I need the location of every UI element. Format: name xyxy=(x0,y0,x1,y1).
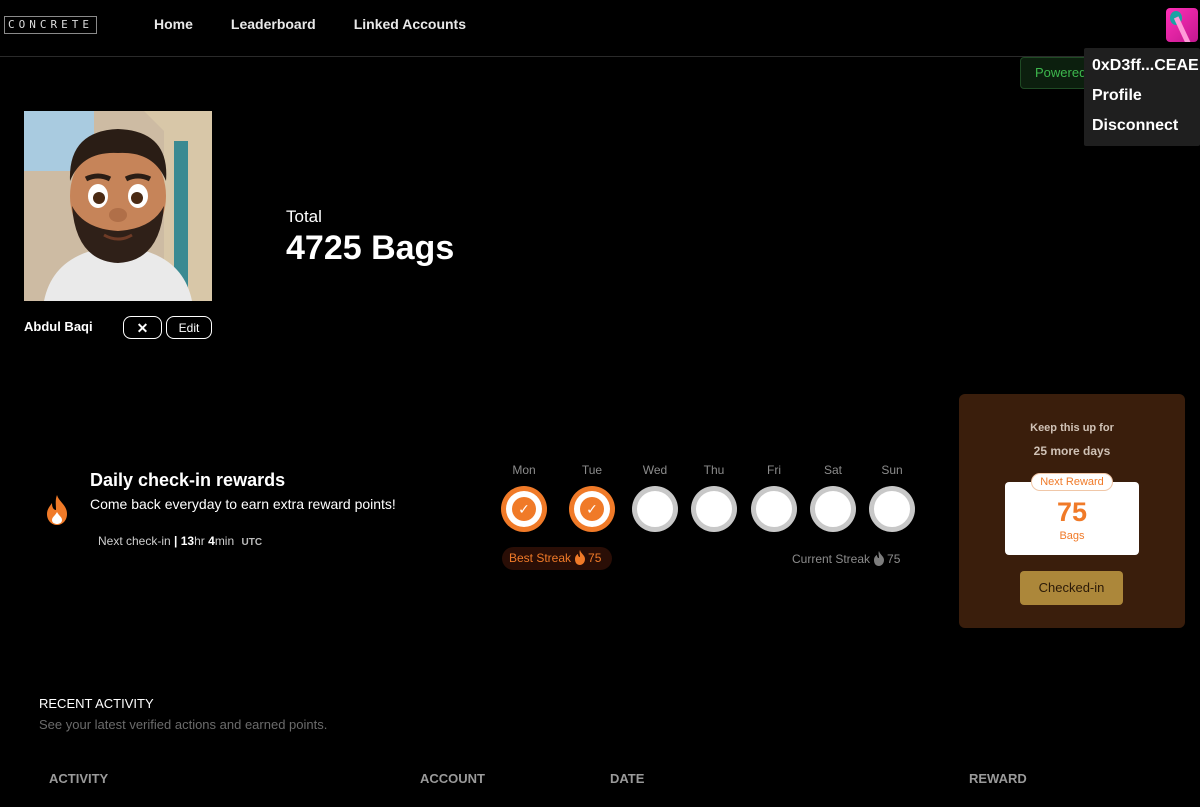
day-label-tue: Tue xyxy=(581,463,603,477)
checkin-subtitle: Come back everyday to earn extra reward … xyxy=(90,496,396,512)
profile-name: Abdul Baqi xyxy=(24,319,93,334)
day-label-fri: Fri xyxy=(767,463,781,477)
check-icon: ✓ xyxy=(512,497,536,521)
checkin-title: Daily check-in rewards xyxy=(90,470,286,490)
day-label-thu: Thu xyxy=(703,463,725,477)
fire-icon xyxy=(874,551,885,566)
total-label: Total xyxy=(286,207,322,226)
timezone-label: UTC xyxy=(241,537,263,548)
account-dropdown: 0xD3ff...CEAE Profile Disconnect xyxy=(1084,48,1200,146)
wallet-avatar-button[interactable] xyxy=(1166,8,1198,42)
menu-item-profile[interactable]: Profile xyxy=(1092,87,1142,105)
fire-icon xyxy=(575,550,586,565)
day-mon-checked: ✓ xyxy=(501,486,547,532)
day-wed-circle xyxy=(632,486,678,532)
column-header-date[interactable]: DATE xyxy=(610,771,644,786)
day-fri-circle xyxy=(751,486,797,532)
total-bags-value: 4725 Bags xyxy=(286,229,455,267)
next-checkin-minutes: 4 xyxy=(208,534,215,548)
nav-leaderboard[interactable]: Leaderboard xyxy=(231,16,316,32)
next-checkin-separator: | xyxy=(174,534,178,548)
day-label-mon: Mon xyxy=(512,463,536,477)
wallet-address[interactable]: 0xD3ff...CEAE xyxy=(1092,57,1199,75)
day-sun-circle xyxy=(869,486,915,532)
nav-linked-accounts[interactable]: Linked Accounts xyxy=(354,16,466,32)
current-streak-value: 75 xyxy=(887,552,901,566)
main-nav: Home Leaderboard Linked Accounts xyxy=(154,16,466,32)
recent-activity-title: RECENT ACTIVITY xyxy=(39,696,154,711)
avatar-illustration xyxy=(24,111,212,301)
keep-up-text: Keep this up for xyxy=(1030,422,1114,434)
next-reward-value: 75 xyxy=(1056,497,1088,527)
day-sat-circle xyxy=(810,486,856,532)
minutes-unit: min xyxy=(214,534,235,548)
next-checkin-hours: 13 xyxy=(180,534,195,548)
reward-card: Keep this up for 25 more days Next Rewar… xyxy=(959,394,1185,628)
concrete-logo[interactable]: CONCRETE xyxy=(4,16,97,34)
column-header-activity[interactable]: ACTIVITY xyxy=(49,771,108,786)
day-label-sat: Sat xyxy=(823,463,842,477)
menu-item-disconnect[interactable]: Disconnect xyxy=(1092,117,1178,135)
edit-button[interactable]: Edit xyxy=(166,316,212,339)
avatar-stripe xyxy=(1173,16,1192,42)
day-thu-circle xyxy=(691,486,737,532)
profile-photo xyxy=(24,111,212,301)
current-streak: Current Streak 75 xyxy=(792,551,900,566)
recent-activity-subtitle: See your latest verified actions and ear… xyxy=(39,717,328,732)
best-streak-badge: Best Streak 75 xyxy=(502,547,612,570)
hours-unit: hr xyxy=(194,534,205,548)
day-tue-checked: ✓ xyxy=(569,486,615,532)
check-icon: ✓ xyxy=(580,497,604,521)
top-bar: CONCRETE Home Leaderboard Linked Account… xyxy=(0,0,1200,57)
next-checkin: Next check-in | 13hr 4min UTC xyxy=(98,534,262,548)
next-reward-unit: Bags xyxy=(1059,530,1085,542)
clear-button[interactable]: ✕ xyxy=(123,316,162,339)
best-streak-value: 75 xyxy=(588,551,602,565)
best-streak-label: Best Streak xyxy=(509,551,572,565)
checked-in-button[interactable]: Checked-in xyxy=(1020,571,1123,605)
next-reward-tag: Next Reward xyxy=(1031,473,1113,491)
day-label-sun: Sun xyxy=(881,463,903,477)
more-days-text: 25 more days xyxy=(1033,444,1111,458)
fire-icon xyxy=(47,495,67,525)
column-header-account[interactable]: ACCOUNT xyxy=(420,771,485,786)
day-label-wed: Wed xyxy=(642,463,668,477)
nav-home[interactable]: Home xyxy=(154,16,193,32)
column-header-reward[interactable]: REWARD xyxy=(969,771,1027,786)
current-streak-label: Current Streak xyxy=(792,552,871,566)
next-checkin-label: Next check-in xyxy=(98,534,171,548)
